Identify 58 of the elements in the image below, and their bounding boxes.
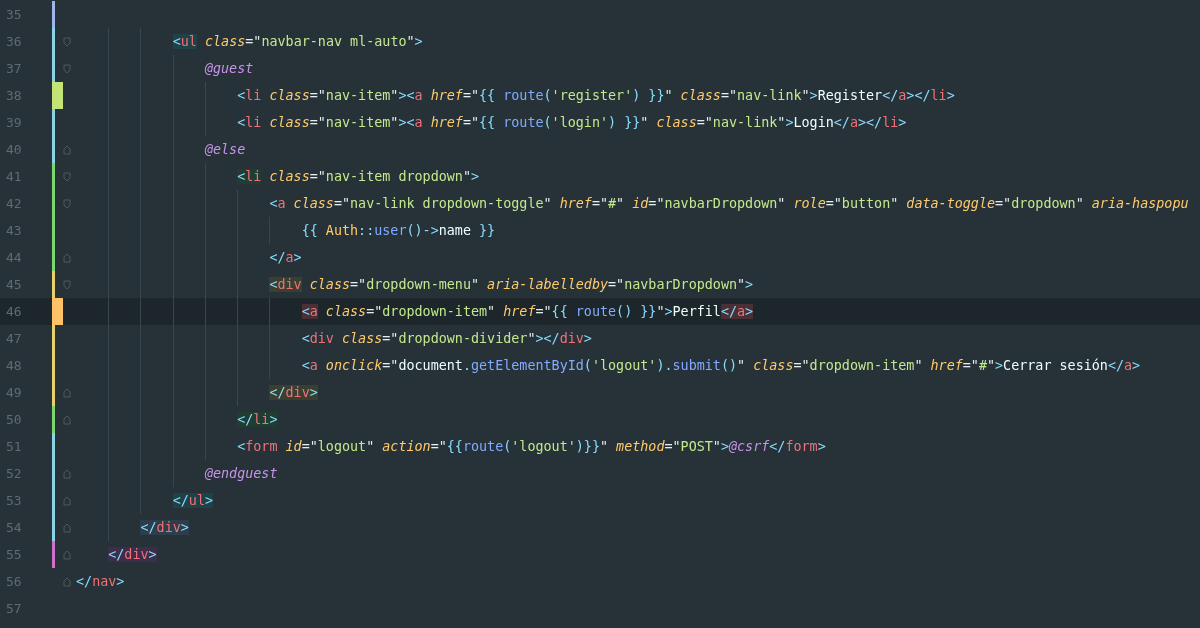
line-number: 49 xyxy=(5,385,23,400)
code-line: <ul class="navbar-nav ml-auto"> xyxy=(172,32,423,51)
fold-icon[interactable] xyxy=(63,387,71,398)
line-number: 44 xyxy=(5,250,23,265)
code-line: </div> xyxy=(140,518,189,537)
line-number: 54 xyxy=(5,520,23,535)
code-line: <li class="nav-item"><a href="{{ route('login') }}" class="nav-link">Login</a></li> xyxy=(237,113,907,132)
fold-icon[interactable] xyxy=(63,414,71,425)
code-line: </ul> xyxy=(172,491,213,510)
line-number: 35 xyxy=(5,7,23,22)
code-line: </div> xyxy=(269,383,318,402)
line-number: 41 xyxy=(5,169,23,184)
fold-icon[interactable] xyxy=(63,279,71,290)
line-number: 39 xyxy=(5,115,23,130)
fold-icon[interactable] xyxy=(63,63,71,74)
code-line: @endguest xyxy=(204,464,278,483)
fold-icon[interactable] xyxy=(63,198,71,209)
line-number: 48 xyxy=(5,358,23,373)
code-line: </nav> xyxy=(76,572,125,591)
fold-icon[interactable] xyxy=(63,468,71,479)
code-line: {{ Auth::user()->name }} xyxy=(301,221,496,240)
fold-icon[interactable] xyxy=(63,252,71,263)
line-number: 55 xyxy=(5,547,23,562)
code-line: <form id="logout" action="{{route('logout')}}" method="POST">@csrf</form> xyxy=(237,437,826,456)
code-line: <a onclick="document.getElementById('logout').submit()" class="dropdown-item" href="#">Cerrar sesión</a> xyxy=(301,356,1141,375)
code-line: <div class="dropdown-divider"></div> xyxy=(301,329,592,348)
fold-icon[interactable] xyxy=(63,171,71,182)
line-number: 50 xyxy=(5,412,23,427)
line-number: 53 xyxy=(5,493,23,508)
line-number: 56 xyxy=(5,574,23,589)
line-number: 47 xyxy=(5,331,23,346)
code-line: <li class="nav-item"><a href="{{ route('register') }}" class="nav-link">Register</a></li> xyxy=(237,86,955,105)
code-line: <li class="nav-item dropdown"> xyxy=(237,167,480,186)
line-number: 36 xyxy=(5,34,23,49)
code-line: <a class="dropdown-item" href="{{ route() }}">Perfil</a> xyxy=(301,302,754,321)
code-line: </div> xyxy=(108,545,157,564)
line-number: 42 xyxy=(5,196,23,211)
code-line: @guest xyxy=(204,59,254,78)
code-line: </a> xyxy=(269,248,302,267)
line-number: 38 xyxy=(5,88,23,103)
line-number: 51 xyxy=(5,439,23,454)
code-line: <div class="dropdown-menu" aria-labelledby="navbarDropdown"> xyxy=(269,275,754,294)
code-line: <a class="nav-link dropdown-toggle" href="#" id="navbarDropdown" role="button" data-toggle="dropdown" aria-haspopu xyxy=(269,194,1189,213)
line-number: 45 xyxy=(5,277,23,292)
line-number: 43 xyxy=(5,223,23,238)
line-number: 40 xyxy=(5,142,23,157)
fold-icon[interactable] xyxy=(63,36,71,47)
fold-icon[interactable] xyxy=(63,144,71,155)
line-number: 52 xyxy=(5,466,23,481)
line-number: 46 xyxy=(5,304,23,319)
fold-icon[interactable] xyxy=(63,549,71,560)
code-line: @else xyxy=(204,140,246,159)
code-line: </li> xyxy=(237,410,278,429)
fold-icon[interactable] xyxy=(63,522,71,533)
line-number: 37 xyxy=(5,61,23,76)
fold-icon[interactable] xyxy=(63,576,71,587)
line-number: 57 xyxy=(5,601,23,616)
fold-icon[interactable] xyxy=(63,495,71,506)
